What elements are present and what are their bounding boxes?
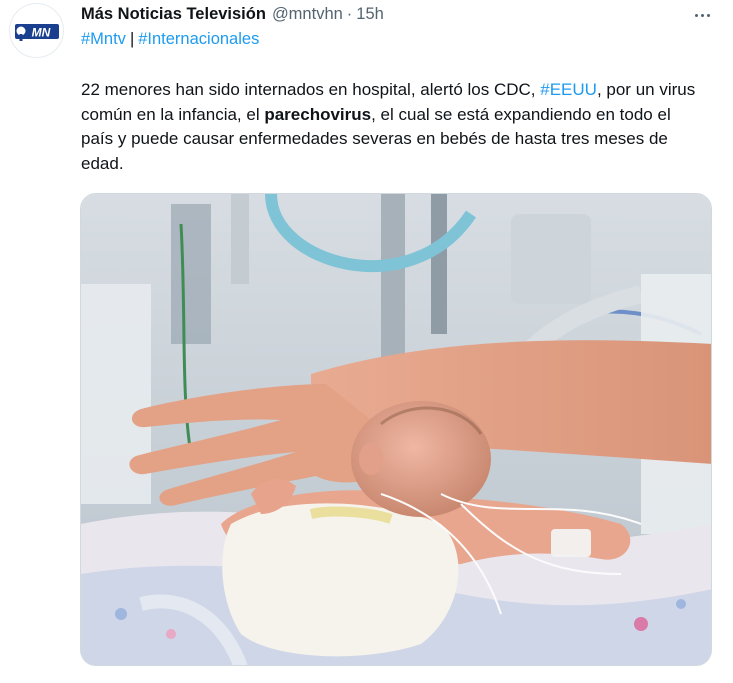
more-options-button[interactable] <box>686 6 718 24</box>
avatar-logo-text: MN <box>31 25 50 39</box>
tweet-tags: #Mntv | #Internacionales <box>81 30 259 49</box>
tweet-header: Más Noticias Televisión @mntvhn · 15h <box>81 3 384 25</box>
tweet-photo[interactable] <box>80 193 712 666</box>
hashtag-internacionales[interactable]: #Internacionales <box>138 30 259 48</box>
mn-logo-icon: MN <box>14 23 59 41</box>
bold-keyword: parechovirus <box>264 104 372 124</box>
tweet-text-part-1: 22 menores han sido internados en hospit… <box>81 80 541 99</box>
author-avatar[interactable]: MN <box>9 3 64 58</box>
tag-separator: | <box>129 30 135 48</box>
hashtag-mntv[interactable]: #Mntv <box>81 30 126 48</box>
tweet-timestamp[interactable]: 15h <box>356 5 384 24</box>
author-handle[interactable]: @mntvhn <box>272 5 343 24</box>
photo-illustration <box>81 194 711 665</box>
tweet: MN Más Noticias Televisión @mntvhn · 15h… <box>0 0 733 683</box>
hashtag-eeuu[interactable]: #EEUU <box>540 80 597 99</box>
tweet-text: 22 menores han sido internados en hospit… <box>81 78 696 176</box>
header-separator: · <box>346 4 353 23</box>
author-name[interactable]: Más Noticias Televisión <box>81 5 266 24</box>
more-horizontal-icon <box>694 13 698 17</box>
